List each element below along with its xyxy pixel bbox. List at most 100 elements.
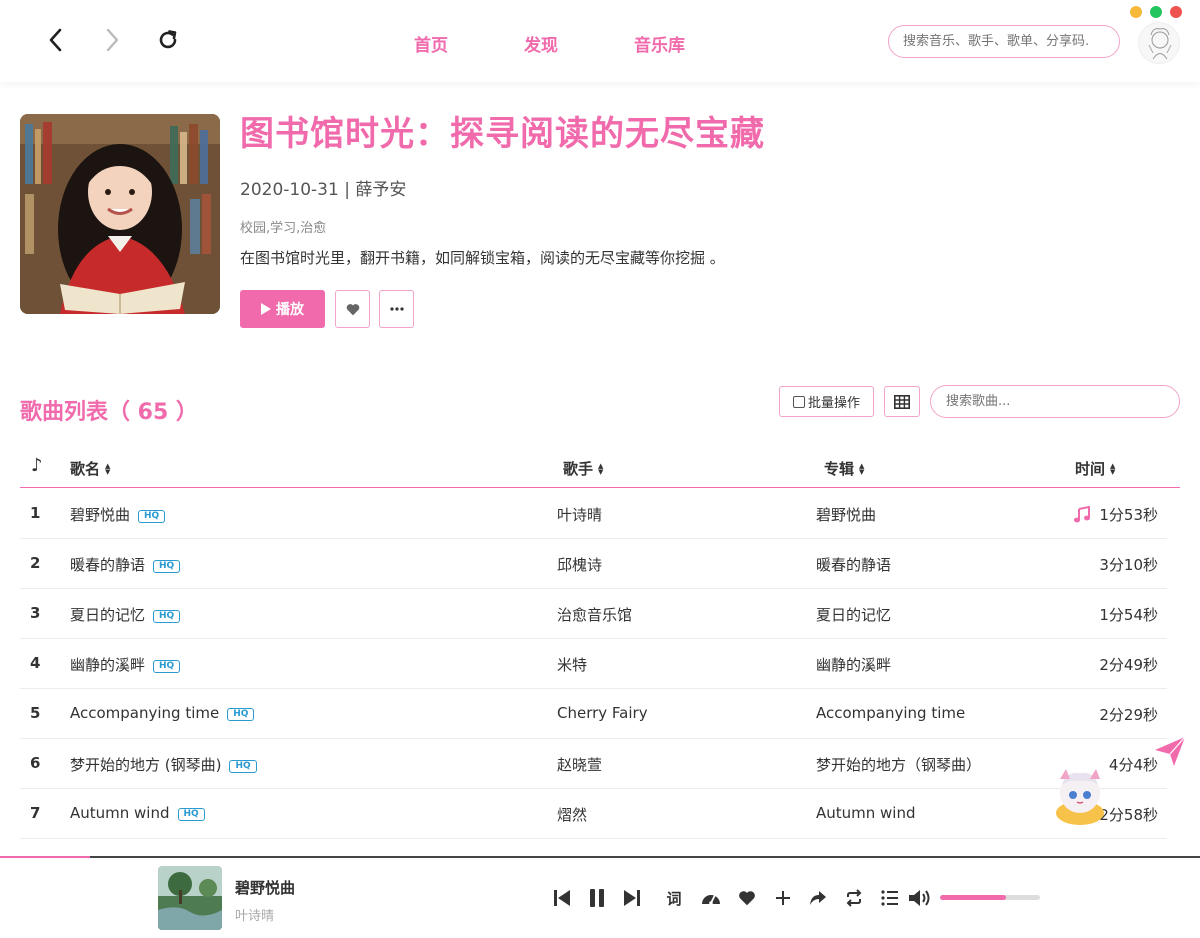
album-cell[interactable]: 幽静的溪畔 [816,654,891,675]
favorite-playlist-button[interactable] [335,290,370,328]
table-row[interactable]: 3 夏日的记忆 HQ 治愈音乐馆 夏日的记忆 1分54秒 [20,589,1167,639]
ellipsis-icon [389,307,404,311]
volume-slider[interactable] [940,895,1040,900]
close-window-button[interactable] [1170,6,1182,18]
song-name: Autumn wind [70,804,170,822]
song-name-cell[interactable]: 碧野悦曲 HQ [70,504,166,525]
album-cell[interactable]: 夏日的记忆 [816,604,891,625]
playlist-queue-button[interactable] [877,885,903,911]
share-song-button[interactable] [805,885,831,911]
time-cell: 1分54秒 [1099,604,1158,625]
column-header-name[interactable]: 歌名 ▲ ▼ [70,458,110,479]
user-avatar[interactable] [1138,22,1180,64]
table-row[interactable]: 5 Accompanying time HQ Cherry Fairy Accom… [20,689,1167,739]
now-playing-artist[interactable]: 叶诗晴 [235,905,274,924]
song-name-cell[interactable]: Autumn wind HQ [70,804,205,822]
column-header-album[interactable]: 专辑 ▲ ▼ [824,458,864,479]
batch-label: 批量操作 [807,396,860,411]
table-row[interactable]: 7 Autumn wind HQ 熠然 Autumn wind 2分58秒 [20,789,1167,839]
column-header-singer[interactable]: 歌手 ▲ ▼ [563,458,603,479]
hq-badge: HQ [138,509,166,523]
song-name-cell[interactable]: 夏日的记忆 HQ [70,604,181,625]
chevron-right-icon [106,28,119,52]
time-cell: 2分29秒 [1099,704,1158,725]
song-duration: 4分4秒 [1108,756,1158,774]
table-row[interactable]: 6 梦开始的地方 (钢琴曲) HQ 赵晓萱 梦开始的地方（钢琴曲） 4分4秒 [20,739,1167,789]
column-header-singer-label: 歌手 [563,460,594,478]
column-header-time[interactable]: 时间 ▲ ▼ [1075,458,1115,479]
singer-cell[interactable]: 米特 [557,654,587,675]
column-header-album-label: 专辑 [824,460,855,478]
batch-operation-button[interactable]: 批量操作 [779,386,874,417]
column-header-name-label: 歌名 [70,460,101,478]
tab-library[interactable]: 音乐库 [634,31,685,56]
grid-view-button[interactable] [884,386,920,417]
chevron-left-icon [49,28,62,52]
album-cell[interactable]: Autumn wind [816,804,916,822]
skip-next-icon [624,890,640,906]
singer-cell[interactable]: 赵晓萱 [557,754,602,775]
now-playing-cover[interactable] [158,866,222,930]
anime-mascot-icon [1056,769,1104,825]
table-grid-icon [894,394,910,409]
pause-button[interactable] [584,885,610,911]
row-index: 6 [30,754,41,772]
more-options-button[interactable] [379,290,414,328]
minimize-window-button[interactable] [1130,6,1142,18]
album-cell[interactable]: 暖春的静语 [816,554,891,575]
previous-track-button[interactable] [549,885,575,911]
list-icon [881,890,898,906]
singer-cell[interactable]: Cherry Fairy [557,704,648,722]
song-table-body: 1 碧野悦曲 HQ 叶诗晴 碧野悦曲 1分53秒 2 暖春的静语 HQ 邱槐诗 暖春… [20,489,1167,839]
maximize-window-button[interactable] [1150,6,1162,18]
table-row[interactable]: 2 暖春的静语 HQ 邱槐诗 暖春的静语 3分10秒 [20,539,1167,589]
song-name-cell[interactable]: 幽静的溪畔 HQ [70,654,181,675]
singer-cell[interactable]: 熠然 [557,804,587,825]
refresh-button[interactable] [152,24,184,56]
forward-button[interactable] [96,24,128,56]
lyrics-button[interactable]: 词 [661,885,687,911]
player-bar: 碧野悦曲 叶诗晴 词 [0,858,1200,938]
like-song-button[interactable] [734,885,760,911]
add-to-playlist-button[interactable] [770,885,796,911]
hq-badge: HQ [229,759,257,773]
share-float-button[interactable] [1152,733,1188,769]
next-track-button[interactable] [619,885,645,911]
song-name-cell[interactable]: 暖春的静语 HQ [70,554,181,575]
album-cell[interactable]: Accompanying time [816,704,965,722]
sort-icon: ▲ ▼ [598,461,604,476]
album-cell[interactable]: 碧野悦曲 [816,504,876,525]
row-index: 7 [30,804,41,822]
playlist-tags[interactable]: 校园,学习,治愈 [240,217,326,236]
song-duration: 1分54秒 [1099,606,1158,624]
song-search-input[interactable] [930,385,1180,418]
forest-landscape-image [158,866,222,930]
playlist-meta: 2020-10-31 | 薛予安 [240,180,407,200]
mascot-widget[interactable] [1050,765,1112,827]
sort-icon: ▲ ▼ [859,461,865,476]
speed-button[interactable] [698,885,724,911]
play-all-button[interactable]: 播放 [240,290,325,328]
global-search-input[interactable] [888,25,1120,58]
singer-cell[interactable]: 邱槐诗 [557,554,602,575]
playlist-title: 图书馆时光：探寻阅读的无尽宝藏 [240,114,765,154]
time-cell: 1分53秒 [1073,504,1158,525]
hq-badge: HQ [227,708,255,721]
table-row[interactable]: 1 碧野悦曲 HQ 叶诗晴 碧野悦曲 1分53秒 [20,489,1167,539]
tab-home[interactable]: 首页 [414,31,448,56]
song-name-cell[interactable]: 梦开始的地方 (钢琴曲) HQ [70,754,257,775]
row-index: 1 [30,504,41,522]
now-playing-title[interactable]: 碧野悦曲 [235,877,295,898]
song-name: 碧野悦曲 [70,506,131,524]
song-name-cell[interactable]: Accompanying time HQ [70,704,255,722]
table-row[interactable]: 4 幽静的溪畔 HQ 米特 幽静的溪畔 2分49秒 [20,639,1167,689]
repeat-mode-button[interactable] [841,885,867,911]
volume-button[interactable] [907,885,933,911]
singer-cell[interactable]: 叶诗晴 [557,504,602,525]
skip-previous-icon [554,890,570,906]
back-button[interactable] [40,24,72,56]
album-cell[interactable]: 梦开始的地方（钢琴曲） [816,754,981,775]
tab-discover[interactable]: 发现 [524,31,558,56]
singer-cell[interactable]: 治愈音乐馆 [557,604,632,625]
batch-checkbox[interactable] [792,395,805,408]
